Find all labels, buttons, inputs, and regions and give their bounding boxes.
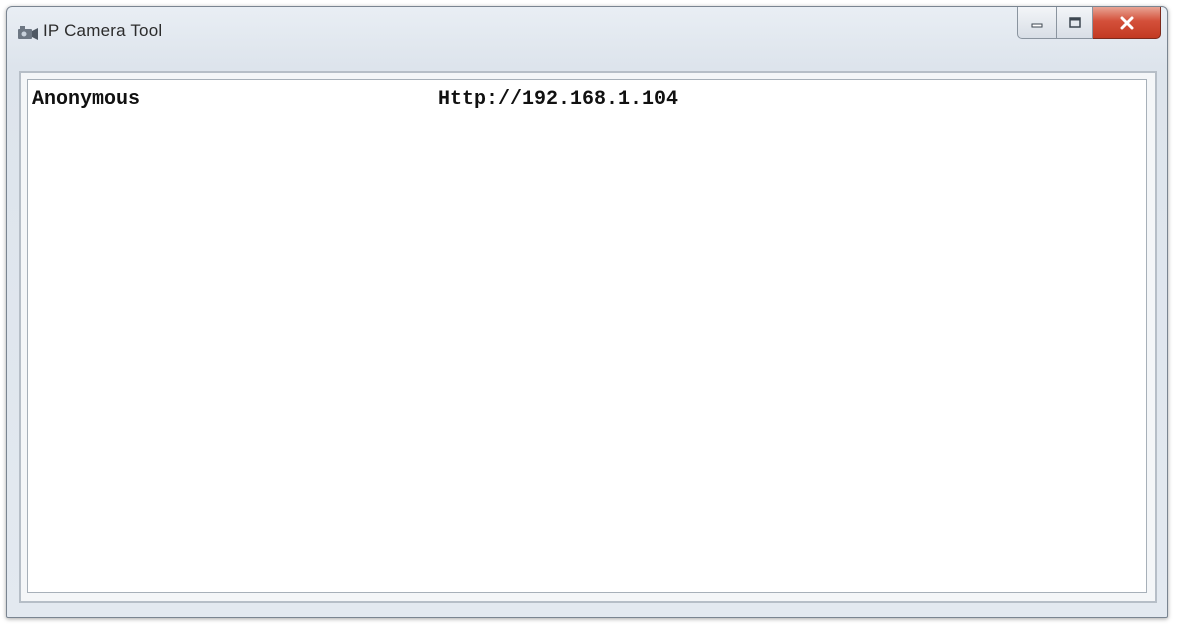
client-area: Anonymous Http://192.168.1.104 [19,71,1157,603]
camera-list[interactable]: Anonymous Http://192.168.1.104 [27,79,1147,593]
camera-user: Anonymous [32,88,141,111]
list-item[interactable]: Anonymous Http://192.168.1.104 [28,88,1146,114]
minimize-icon [1031,23,1043,27]
app-window: IP Camera Tool Anonymous Http://192.168.… [6,6,1168,618]
maximize-icon [1068,16,1081,28]
camera-address: Http://192.168.1.104 [438,88,679,111]
window-title: IP Camera Tool [43,21,163,40]
title-bar[interactable]: IP Camera Tool [7,7,1167,59]
minimize-button[interactable] [1017,7,1057,39]
camera-icon [18,26,38,40]
caption-buttons [1017,7,1161,41]
maximize-button[interactable] [1057,7,1093,39]
close-button[interactable] [1093,7,1161,39]
close-icon [1120,16,1133,29]
